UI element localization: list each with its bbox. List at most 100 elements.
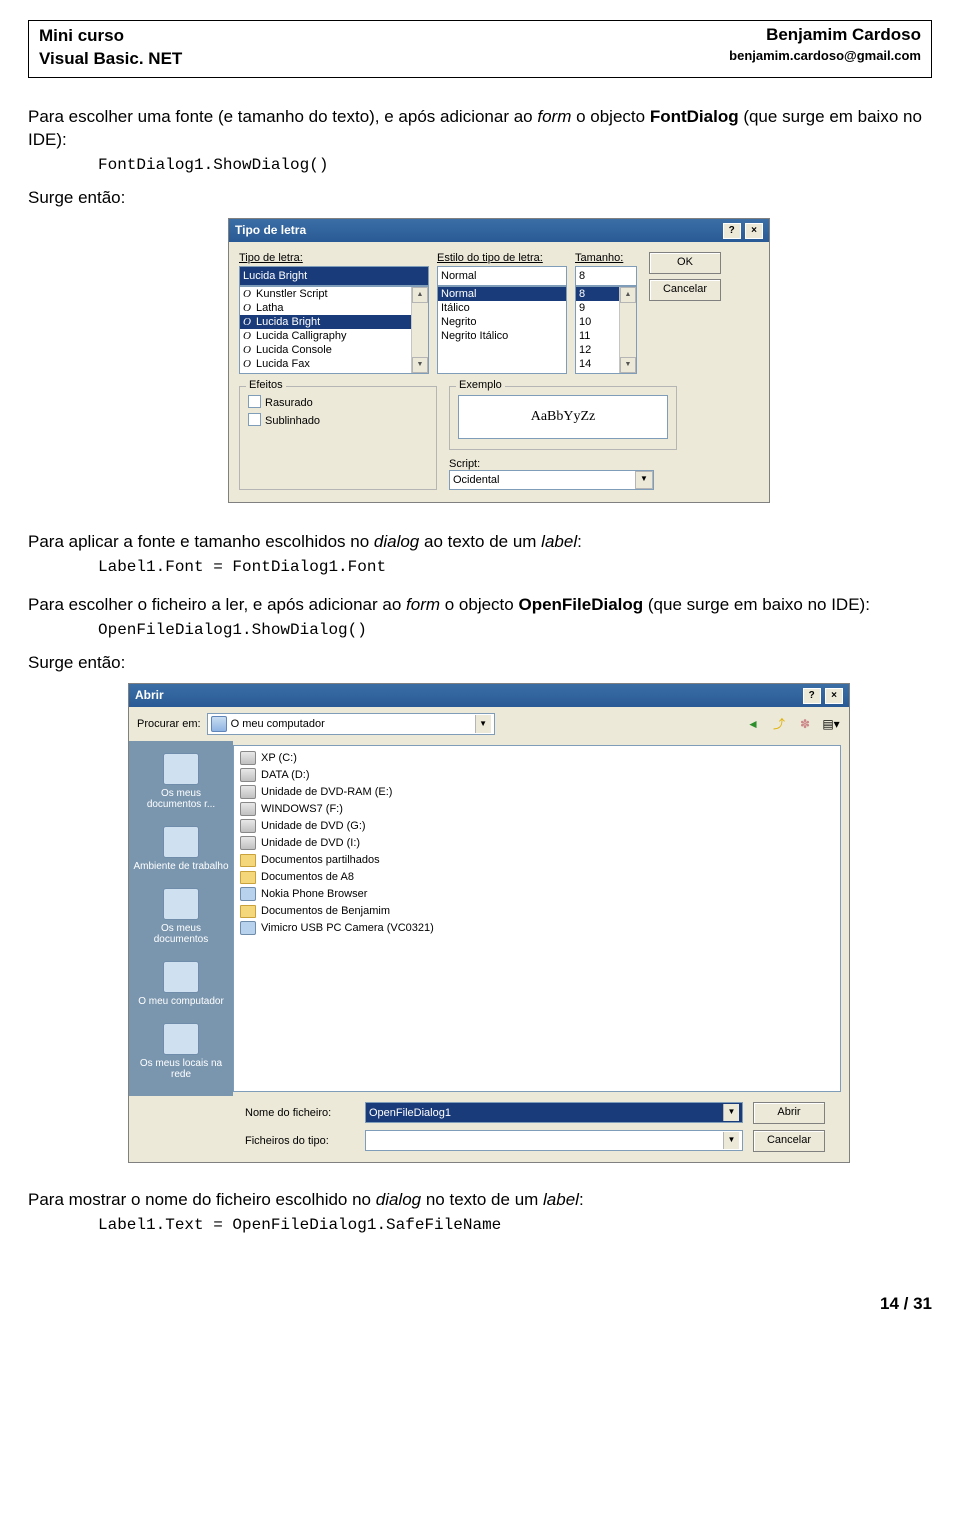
file-list[interactable]: XP (C:)DATA (D:)Unidade de DVD-RAM (E:)W… [233,745,841,1092]
font-list-item[interactable]: O Lucida Fax [240,357,428,371]
file-list-item[interactable]: Nokia Phone Browser [240,886,834,903]
views-icon[interactable]: ▤▾ [821,714,841,734]
scrollbar[interactable]: ▲▼ [411,287,428,373]
filetype-label: Ficheiros do tipo: [245,1135,355,1147]
style-list-item[interactable]: Itálico [438,301,566,315]
font-list-item[interactable]: O Kunstler Script [240,287,428,301]
label-font: Tipo de letra: [239,252,429,264]
places-icon [163,888,199,920]
strikeout-checkbox[interactable]: Rasurado [248,395,428,409]
filename-input[interactable]: OpenFileDialog1 ▼ [365,1102,743,1123]
file-list-item[interactable]: Unidade de DVD (I:) [240,835,834,852]
drive-icon [240,819,256,833]
font-name-list[interactable]: ▲▼ O Kunstler ScriptO LathaO Lucida Brig… [239,286,429,374]
places-item[interactable]: Os meus locais na rede [129,1017,233,1090]
file-list-item[interactable]: Unidade de DVD-RAM (E:) [240,784,834,801]
lookin-label: Procurar em: [137,718,201,730]
device-icon [240,921,256,935]
file-list-item[interactable]: Unidade de DVD (G:) [240,818,834,835]
drive-icon [240,785,256,799]
folder-icon [240,854,256,867]
places-icon [163,826,199,858]
code-apply-font: Label1.Font = FontDialog1.Font [98,558,932,576]
file-list-item[interactable]: DATA (D:) [240,767,834,784]
file-list-item[interactable]: Documentos de A8 [240,869,834,886]
close-button[interactable]: × [745,223,763,239]
page-number: 14 / 31 [28,1294,932,1314]
code-openfiledialog-showdialog: OpenFileDialog1.ShowDialog() [98,621,932,639]
device-icon [240,887,256,901]
font-list-item[interactable]: O Latha [240,301,428,315]
help-button[interactable]: ? [803,688,821,704]
font-list-item[interactable]: O Lucida Console [240,343,428,357]
font-list-item[interactable]: O Lucida Handwriting [240,371,428,374]
file-list-item[interactable]: XP (C:) [240,750,834,767]
drive-icon [240,802,256,816]
places-item[interactable]: Ambiente de trabalho [129,820,233,882]
ok-button[interactable]: OK [649,252,721,274]
style-list-item[interactable]: Negrito Itálico [438,329,566,343]
underline-checkbox[interactable]: Sublinhado [248,413,428,427]
chevron-down-icon: ▼ [475,715,491,733]
script-dropdown[interactable]: Ocidental ▼ [449,470,654,490]
help-button[interactable]: ? [723,223,741,239]
open-file-dialog-window: Abrir ? × Procurar em: O meu computador … [128,683,850,1163]
script-label: Script: [449,458,759,470]
paragraph-show-filename: Para mostrar o nome do ficheiro escolhid… [28,1189,932,1212]
places-bar: Os meus documentos r...Ambiente de traba… [129,741,233,1096]
page-header: Mini curso Visual Basic. NET Benjamim Ca… [28,20,932,78]
font-size-input[interactable]: 8 [575,266,637,286]
cancel-button[interactable]: Cancelar [753,1130,825,1152]
code-show-filename: Label1.Text = OpenFileDialog1.SafeFileNa… [98,1216,932,1234]
paragraph-openfiledialog-intro: Para escolher o ficheiro a ler, e após a… [28,594,932,617]
course-title: Mini curso [39,25,182,48]
font-style-list[interactable]: NormalItálicoNegritoNegrito Itálico [437,286,567,374]
up-folder-icon[interactable]: ⤴ [769,714,789,734]
paragraph-fontdialog-intro: Para escolher uma fonte (e tamanho do te… [28,106,932,152]
author-email: benjamim.cardoso@gmail.com [729,48,921,63]
font-list-item[interactable]: O Lucida Bright [240,315,428,329]
filename-label: Nome do ficheiro: [245,1107,355,1119]
folder-icon [240,905,256,918]
cancel-button[interactable]: Cancelar [649,279,721,301]
label-size: Tamanho: [575,252,637,264]
chevron-down-icon: ▼ [723,1104,739,1121]
open-button[interactable]: Abrir [753,1102,825,1124]
scrollbar[interactable]: ▲▼ [619,287,636,373]
places-icon [163,753,199,785]
style-list-item[interactable]: Normal [438,287,566,301]
file-list-item[interactable]: Documentos partilhados [240,852,834,869]
course-subtitle: Visual Basic. NET [39,48,182,71]
back-icon[interactable]: ◄ [743,714,763,734]
file-list-item[interactable]: WINDOWS7 (F:) [240,801,834,818]
open-dialog-title: Abrir [135,688,164,702]
places-item[interactable]: Os meus documentos r... [129,747,233,820]
font-list-item[interactable]: O Lucida Calligraphy [240,329,428,343]
drive-icon [240,751,256,765]
code-fontdialog-showdialog: FontDialog1.ShowDialog() [98,156,932,174]
computer-icon [211,716,227,732]
filetype-dropdown[interactable]: ▼ [365,1130,743,1151]
example-legend: Exemplo [456,379,505,391]
places-icon [163,1023,199,1055]
style-list-item[interactable]: Negrito [438,315,566,329]
drive-icon [240,836,256,850]
lookin-dropdown[interactable]: O meu computador ▼ [207,713,495,735]
sample-text: AaBbYyZz [458,395,668,439]
font-dialog-title: Tipo de letra [235,223,306,237]
drive-icon [240,768,256,782]
file-list-item[interactable]: Documentos de Benjamim [240,903,834,920]
new-folder-icon[interactable]: ✽ [795,714,815,734]
author-name: Benjamim Cardoso [729,25,921,45]
places-icon [163,961,199,993]
close-button[interactable]: × [825,688,843,704]
font-style-input[interactable]: Normal [437,266,567,286]
paragraph-apply-font: Para aplicar a fonte e tamanho escolhido… [28,531,932,554]
label-surge-2: Surge então: [28,653,932,673]
font-size-list[interactable]: ▲▼ 891011121416 [575,286,637,374]
font-name-input[interactable]: Lucida Bright [239,266,429,286]
file-list-item[interactable]: Vimicro USB PC Camera (VC0321) [240,920,834,937]
places-item[interactable]: O meu computador [129,955,233,1017]
places-item[interactable]: Os meus documentos [129,882,233,955]
chevron-down-icon: ▼ [635,471,653,489]
